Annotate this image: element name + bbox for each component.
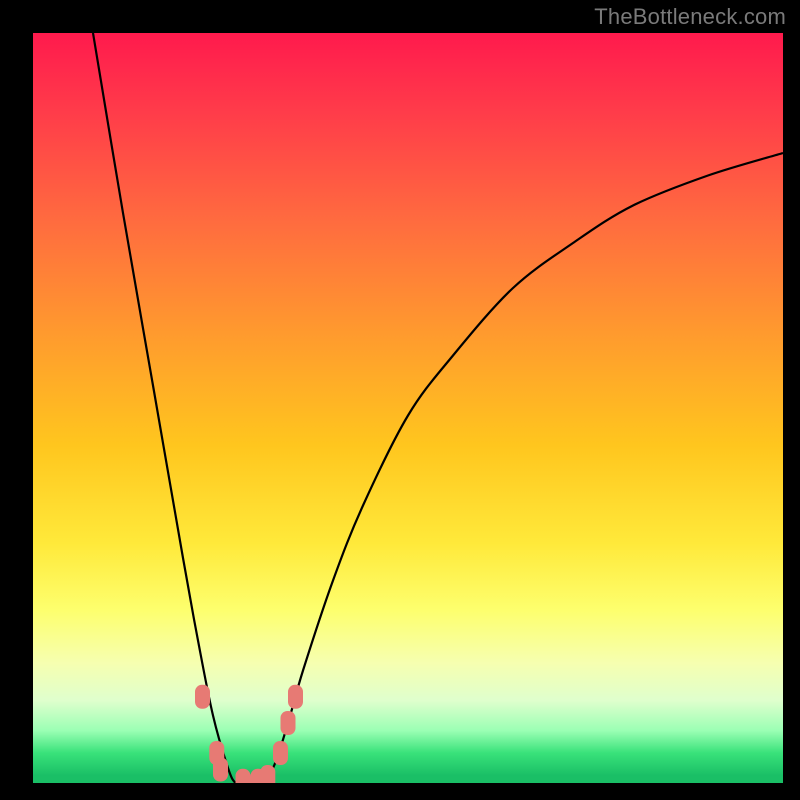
curve-marker (281, 711, 296, 735)
chart-plot-area (33, 33, 783, 783)
bottleneck-curve-path (93, 33, 783, 783)
curve-marker (260, 765, 275, 783)
watermark-text: TheBottleneck.com (594, 4, 786, 30)
curve-marker (195, 685, 210, 709)
curve-marker (288, 685, 303, 709)
bottleneck-curve-svg (33, 33, 783, 783)
curve-markers-group (195, 685, 303, 783)
curve-marker (273, 741, 288, 765)
curve-marker (236, 769, 251, 783)
curve-marker (213, 758, 228, 782)
